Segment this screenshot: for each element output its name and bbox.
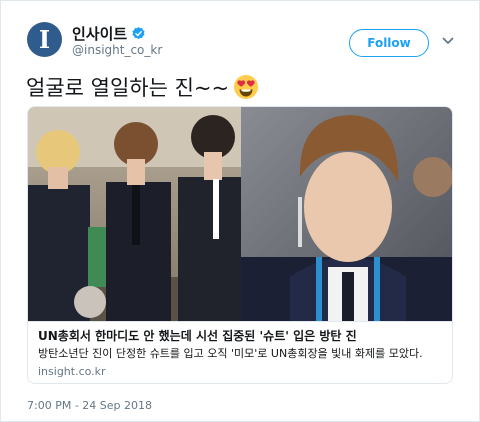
author-name-row[interactable]: 인사이트 bbox=[72, 23, 146, 44]
link-preview-body[interactable]: UN총회서 한마디도 안 했는데 시선 집중된 '슈트' 입은 방탄 진 방탄소… bbox=[28, 321, 452, 383]
tweet-timestamp[interactable]: 7:00 PM - 24 Sep 2018 bbox=[27, 399, 152, 412]
display-name[interactable]: 인사이트 bbox=[72, 23, 127, 44]
chevron-down-icon[interactable] bbox=[441, 34, 455, 48]
tweet-text: 얼굴로 열일하는 진~~ bbox=[26, 72, 259, 102]
verified-badge-icon bbox=[132, 26, 145, 40]
smiling-face-with-heart-eyes-icon bbox=[234, 75, 259, 99]
card-description: 방탄소년단 진이 단정한 슈트를 입고 오직 '미모'로 UN총회장을 빛내 화… bbox=[38, 347, 423, 360]
card-domain: insight.co.kr bbox=[38, 365, 106, 378]
avatar-logo-letter: I bbox=[38, 24, 51, 54]
tweet-text-content: 얼굴로 열일하는 진~~ bbox=[26, 76, 230, 100]
link-preview-photo[interactable] bbox=[28, 107, 453, 321]
link-preview-card[interactable]: UN총회서 한마디도 안 했는데 시선 집중된 '슈트' 입은 방탄 진 방탄소… bbox=[27, 106, 453, 384]
tweet-container: I 인사이트 @insight_co_kr Follow 얼굴로 열일하는 진~… bbox=[0, 0, 480, 422]
card-title[interactable]: UN총회서 한마디도 안 했는데 시선 집중된 '슈트' 입은 방탄 진 bbox=[38, 328, 444, 344]
follow-button[interactable]: Follow bbox=[349, 29, 429, 57]
author-handle[interactable]: @insight_co_kr bbox=[72, 43, 162, 57]
avatar[interactable]: I bbox=[27, 22, 62, 57]
